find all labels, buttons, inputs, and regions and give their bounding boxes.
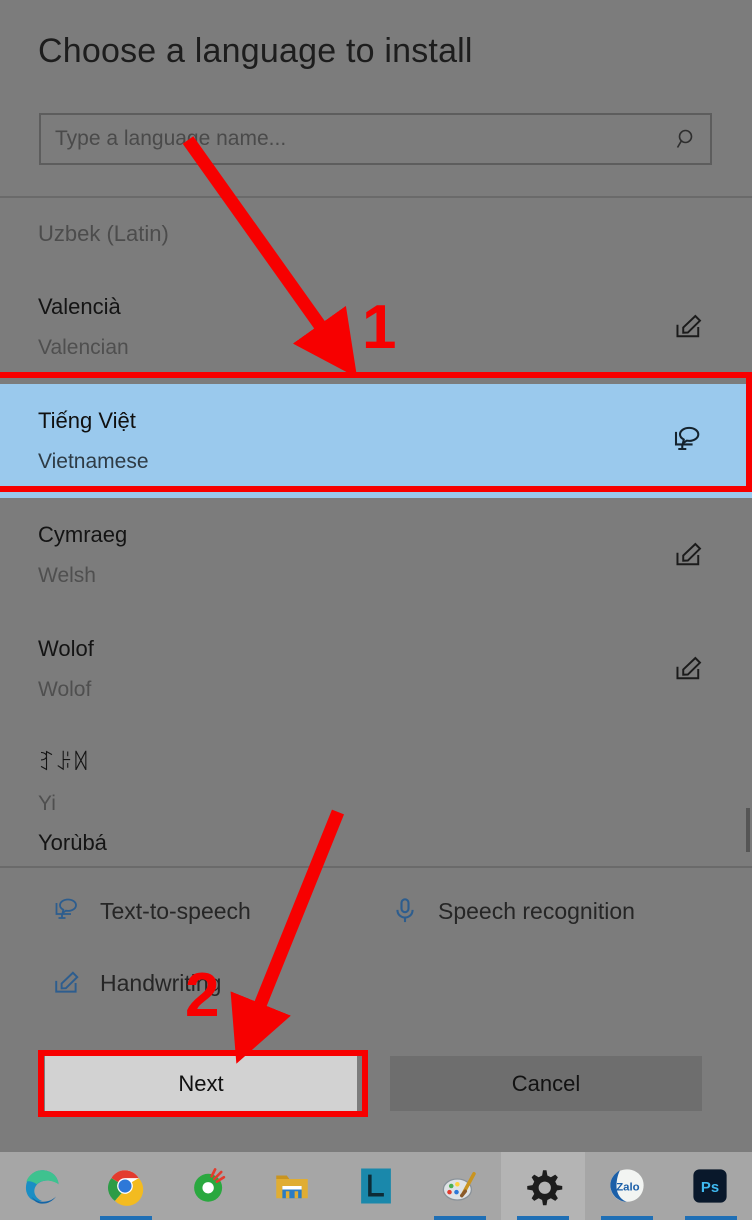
list-item[interactable]: Cymraeg Welsh: [0, 498, 752, 612]
next-button[interactable]: Next: [45, 1056, 357, 1111]
page-title: Choose a language to install: [38, 32, 473, 70]
search-input[interactable]: [41, 115, 664, 163]
taskbar-item-paint[interactable]: [418, 1152, 502, 1220]
text-to-speech-icon: [672, 425, 704, 457]
language-native-name: Uzbek (Latin): [38, 221, 169, 247]
language-list[interactable]: Uzbek (Latin) Valencià Valencian Tiếng V…: [0, 198, 752, 864]
windows-taskbar[interactable]: Zalo Ps: [0, 1152, 752, 1220]
taskbar-active-indicator: [517, 1216, 570, 1220]
taskbar-active-indicator: [99, 1216, 152, 1220]
language-english-name: Yi: [38, 791, 56, 815]
handwriting-icon: [674, 312, 704, 342]
text-to-speech-icon: [52, 896, 82, 926]
legend-item-handwriting: Handwriting: [52, 968, 221, 998]
taskbar-item-coccoc-browser[interactable]: [167, 1152, 251, 1220]
list-item-clipped[interactable]: Yorùbá: [0, 834, 752, 864]
legend-label: Handwriting: [100, 969, 222, 996]
scrollbar-thumb[interactable]: [746, 808, 750, 852]
language-english-name: Vietnamese: [38, 449, 149, 473]
footer-divider: [0, 866, 752, 868]
language-native-name: Wolof: [38, 635, 94, 661]
handwriting-icon: [52, 968, 82, 998]
search-icon: [664, 115, 710, 163]
list-item[interactable]: ꆈꌠꉙ Yi: [0, 726, 752, 840]
language-install-dialog: Choose a language to install Uzbek (Lati…: [0, 0, 752, 1145]
language-english-name: Welsh: [38, 563, 96, 587]
language-native-name: ꆈꌠꉙ: [38, 749, 90, 775]
google-chrome-icon: [108, 1170, 144, 1206]
taskbar-active-indicator: [684, 1216, 737, 1220]
settings-gear-icon: [527, 1170, 563, 1206]
language-native-name: Tiếng Việt: [38, 407, 136, 433]
search-box[interactable]: [39, 113, 712, 165]
taskbar-item-microsoft-edge[interactable]: [0, 1152, 84, 1220]
list-scrollbar[interactable]: [744, 198, 750, 864]
taskbar-active-indicator: [433, 1216, 486, 1220]
legend-item-speech-recognition: Speech recognition: [390, 896, 635, 926]
taskbar-item-google-chrome[interactable]: [84, 1152, 168, 1220]
dialog-actions: Next Cancel: [0, 1050, 752, 1118]
lightroom-app-icon: [361, 1168, 391, 1204]
paint-icon: [442, 1172, 476, 1201]
zalo-icon: Zalo: [610, 1169, 644, 1202]
language-english-name: Valencian: [38, 335, 129, 359]
list-item[interactable]: Valencià Valencian: [0, 270, 752, 384]
language-native-name: Yorùbá: [38, 834, 107, 855]
list-item[interactable]: Uzbek (Latin): [0, 198, 752, 270]
cancel-button[interactable]: Cancel: [390, 1056, 702, 1111]
taskbar-item-settings[interactable]: [501, 1152, 585, 1220]
svg-text:Zalo: Zalo: [616, 1181, 639, 1193]
taskbar-item-photoshop[interactable]: Ps: [669, 1152, 752, 1220]
microphone-icon: [390, 896, 420, 926]
handwriting-icon: [674, 654, 704, 684]
language-native-name: Cymraeg: [38, 521, 128, 547]
microsoft-edge-icon: [25, 1170, 59, 1204]
taskbar-item-lightroom-app[interactable]: [334, 1152, 418, 1220]
taskbar-item-file-explorer[interactable]: [251, 1152, 335, 1220]
svg-text:Ps: Ps: [701, 1180, 719, 1196]
handwriting-icon: [674, 540, 704, 570]
coccoc-browser-icon: [194, 1168, 226, 1202]
language-native-name: Valencià: [38, 293, 121, 319]
legend-label: Text-to-speech: [100, 897, 251, 924]
feature-legend: Text-to-speech Speech recognition Handwr…: [0, 872, 752, 1022]
taskbar-active-indicator: [600, 1216, 653, 1220]
list-item-selected[interactable]: Tiếng Việt Vietnamese: [0, 384, 752, 498]
legend-item-text-to-speech: Text-to-speech: [52, 896, 251, 926]
file-explorer-icon: [276, 1175, 309, 1199]
list-item[interactable]: Wolof Wolof: [0, 612, 752, 726]
taskbar-item-zalo[interactable]: Zalo: [585, 1152, 669, 1220]
language-english-name: Wolof: [38, 677, 92, 701]
legend-label: Speech recognition: [438, 897, 635, 924]
photoshop-icon: Ps: [693, 1169, 727, 1203]
